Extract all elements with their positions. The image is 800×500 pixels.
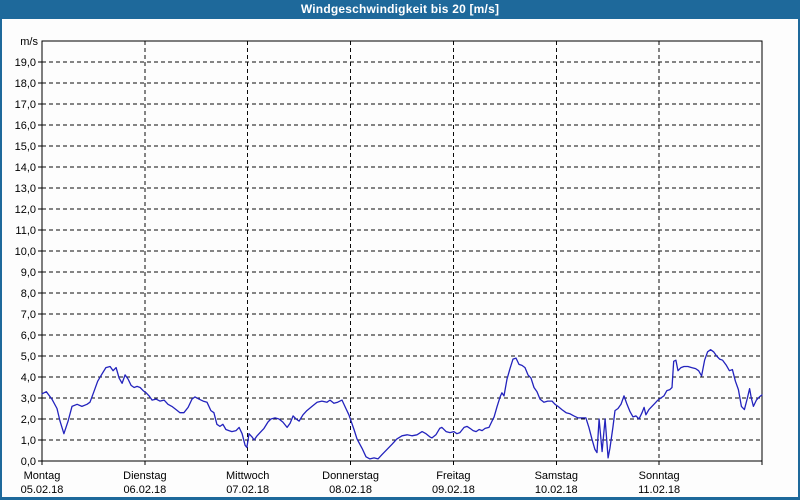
y-tick-label: 19,0: [15, 57, 36, 69]
y-axis-labels: m/s 19,0 18,0 17,0 16,0 15,0 14,0 13,0 12,0 11,0 1…: [15, 36, 39, 468]
y-tick-label: 5,0: [21, 351, 36, 363]
y-tick-label: 13,0: [15, 183, 36, 195]
y-tick-label: 10,0: [15, 246, 36, 258]
y-axis-unit-label: m/s: [20, 36, 38, 48]
y-tick-label: 17,0: [15, 99, 36, 111]
x-axis-labels: Montag 05.02.18 Dienstag 06.02.18 Mittwoch 07…: [21, 470, 681, 496]
x-date-label: 10.02.18: [535, 484, 578, 496]
wind-speed-chart-window: Windgeschwindigkeit bis 20 [m/s] m/s 19,0…: [0, 0, 800, 500]
y-tick-label: 7,0: [21, 309, 36, 321]
y-tick-label: 6,0: [21, 330, 36, 342]
y-tick-label: 12,0: [15, 204, 36, 216]
chart-canvas: m/s 19,0 18,0 17,0 16,0 15,0 14,0 13,0 12,0 11,0 1…: [15, 36, 763, 496]
y-tick-label: 11,0: [15, 225, 36, 237]
wind-speed-series: [41, 349, 763, 460]
x-day-label: Sonntag: [639, 470, 680, 482]
y-tick-label: 16,0: [15, 120, 36, 132]
wind-speed-line: [41, 349, 763, 460]
y-tick-label: 2,0: [21, 414, 36, 426]
x-day-label: Donnerstag: [322, 470, 379, 482]
y-tick-label: 14,0: [15, 162, 36, 174]
x-day-label: Mittwoch: [226, 470, 269, 482]
x-date-label: 11.02.18: [638, 484, 680, 496]
x-day-label: Montag: [24, 470, 61, 482]
x-day-label: Dienstag: [123, 470, 166, 482]
x-date-label: 07.02.18: [226, 484, 269, 496]
x-day-label: Freitag: [436, 470, 470, 482]
y-tick-label: 0,0: [21, 456, 36, 468]
y-tick-label: 9,0: [21, 267, 36, 279]
x-date-label: 08.02.18: [329, 484, 372, 496]
x-date-label: 09.02.18: [432, 484, 475, 496]
x-date-label: 06.02.18: [123, 484, 166, 496]
y-tick-label: 18,0: [15, 78, 36, 90]
x-date-label: 05.02.18: [21, 484, 64, 496]
y-tick-label: 15,0: [15, 141, 36, 153]
y-tick-label: 1,0: [21, 435, 36, 447]
y-tick-label: 8,0: [21, 288, 36, 300]
y-tick-label: 3,0: [21, 393, 36, 405]
y-tick-label: 4,0: [21, 372, 36, 384]
x-day-label: Samstag: [535, 470, 578, 482]
